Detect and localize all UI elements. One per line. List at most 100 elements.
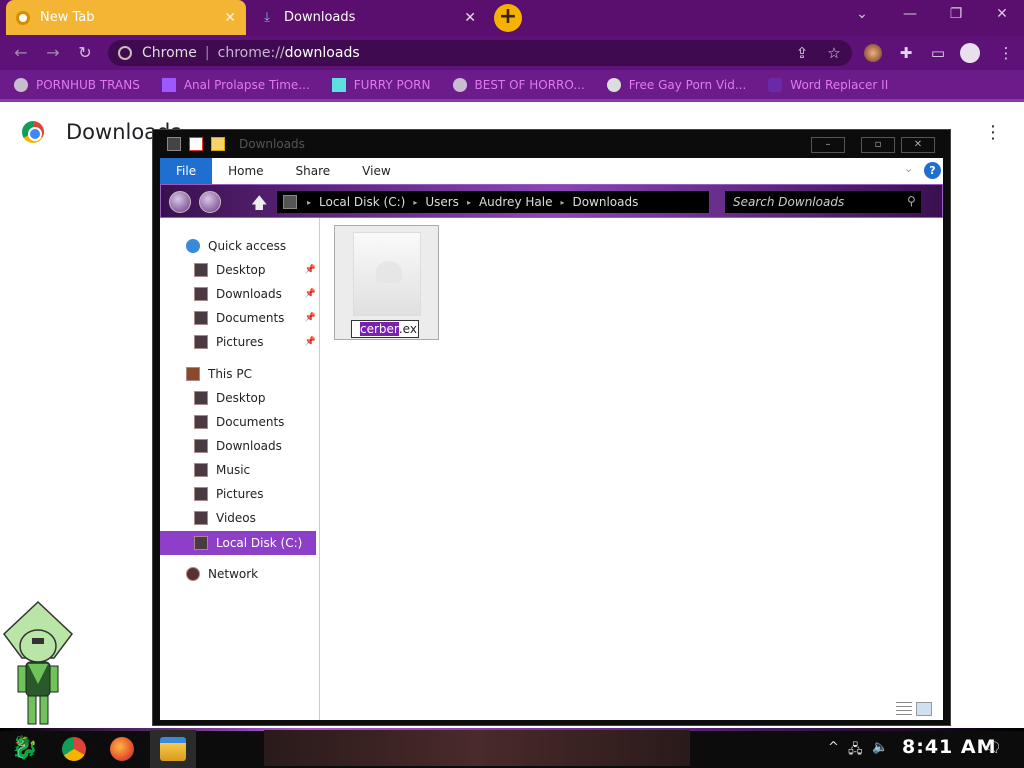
notifications-icon[interactable]: 🗨 <box>984 740 1002 756</box>
nav-pc-music[interactable]: Music <box>160 458 320 482</box>
nav-label: Local Disk (C:) <box>216 536 303 550</box>
nav-local-disk[interactable]: Local Disk (C:) <box>160 531 316 555</box>
profile-avatar-icon[interactable] <box>960 43 980 63</box>
view-toggle <box>896 702 936 716</box>
network-icon <box>186 567 200 581</box>
ribbon-tab-share[interactable]: Share <box>280 158 347 184</box>
bookmark-star-icon[interactable]: ☆ <box>824 43 844 63</box>
minimize-button[interactable]: — <box>898 6 922 22</box>
music-folder-icon <box>194 463 208 477</box>
tab-downloads[interactable]: ⤓ Downloads ✕ <box>250 0 486 35</box>
rename-input[interactable]: cerber .ex <box>351 320 419 338</box>
explorer-close-button[interactable]: ✕ <box>901 137 935 153</box>
chrome-site-icon <box>118 46 132 60</box>
nav-label: Music <box>216 463 251 477</box>
desktop-icon <box>194 391 208 405</box>
bookmark-item[interactable]: PORNHUB TRANS <box>14 77 140 92</box>
help-icon[interactable]: ? <box>924 162 941 179</box>
close-window-button[interactable]: ✕ <box>990 6 1014 22</box>
browser-menu-icon[interactable]: ⋮ <box>996 43 1016 63</box>
pin-icon: 📌 <box>304 265 316 275</box>
nav-pc-pictures[interactable]: Pictures <box>160 482 320 506</box>
extension-avatar-icon[interactable] <box>864 44 882 62</box>
nav-quick-access[interactable]: Quick access <box>160 234 320 258</box>
tab-new-tab[interactable]: New Tab ✕ <box>6 0 246 35</box>
chrome-taskbar-icon[interactable] <box>62 737 86 761</box>
taskbar: 🐉 ^ 🖧 🔈 8:41 AM 🗨 <box>0 728 1024 768</box>
desktop-mascot-character <box>2 600 74 725</box>
new-tab-button[interactable]: + <box>494 4 522 32</box>
large-icons-view-icon[interactable] <box>916 702 932 716</box>
forward-button[interactable]: → <box>42 42 64 64</box>
address-bar[interactable]: Chrome | chrome:// downloads <box>108 40 852 66</box>
bookmark-label: Free Gay Porn Vid... <box>628 77 747 92</box>
bookmark-item[interactable]: Free Gay Porn Vid... <box>606 77 747 92</box>
tab-close-icon[interactable]: ✕ <box>224 10 236 26</box>
nav-label: Network <box>208 567 259 581</box>
nav-quick-downloads[interactable]: Downloads 📌 <box>160 282 320 306</box>
volume-icon[interactable]: 🔈 <box>872 740 888 755</box>
explorer-minimize-button[interactable]: – <box>811 137 845 153</box>
reload-button[interactable]: ↻ <box>74 42 96 64</box>
nav-quick-documents[interactable]: Documents 📌 <box>160 306 320 330</box>
pin-icon: 📌 <box>304 313 316 323</box>
bookmark-item[interactable]: FURRY PORN <box>331 77 431 92</box>
nav-pc-documents[interactable]: Documents <box>160 410 320 434</box>
word-replacer-icon <box>768 77 783 92</box>
omnibox-path: downloads <box>284 45 360 61</box>
bookmark-item[interactable]: Word Replacer II <box>768 77 888 92</box>
breadcrumb[interactable]: ▸ Local Disk (C:) ▸ Users ▸ Audrey Hale … <box>277 191 709 213</box>
sigma-icon <box>161 77 176 92</box>
omnibox-scheme-label: Chrome <box>142 45 197 61</box>
back-button[interactable]: ← <box>10 42 32 64</box>
breadcrumb-item[interactable]: Audrey Hale <box>479 195 553 209</box>
drive-icon <box>194 536 208 550</box>
nav-network[interactable]: Network <box>160 562 320 586</box>
nav-pc-desktop[interactable]: Desktop <box>160 386 320 410</box>
new-folder-icon[interactable] <box>211 137 225 151</box>
nav-label: This PC <box>208 367 252 381</box>
search-icon[interactable]: ⚲ <box>907 194 916 208</box>
breadcrumb-item[interactable]: Local Disk (C:) <box>319 195 405 209</box>
bookmark-item[interactable]: BEST OF HORRO... <box>452 77 585 92</box>
taskbar-clock[interactable]: 8:41 AM <box>902 736 997 758</box>
up-level-icon[interactable]: 🡅 <box>251 192 267 219</box>
nav-pc-downloads[interactable]: Downloads <box>160 434 320 458</box>
drive-icon <box>283 195 297 209</box>
share-icon[interactable]: ⇪ <box>792 43 812 63</box>
nav-quick-desktop[interactable]: Desktop 📌 <box>160 258 320 282</box>
nav-this-pc[interactable]: This PC <box>160 362 320 386</box>
file-explorer-taskbar-icon[interactable] <box>160 737 186 761</box>
tab-close-icon[interactable]: ✕ <box>464 10 476 26</box>
generic-file-icon <box>353 232 421 316</box>
ribbon-tab-view[interactable]: View <box>346 158 406 184</box>
nav-quick-pictures[interactable]: Pictures 📌 <box>160 330 320 354</box>
explorer-app-icon <box>167 137 181 151</box>
ribbon-expand-icon[interactable]: ⌄ <box>904 162 913 175</box>
nav-label: Documents <box>216 415 285 429</box>
breadcrumb-item[interactable]: Users <box>425 195 459 209</box>
explorer-title: Downloads <box>239 137 305 151</box>
network-icon[interactable]: 🖧 <box>848 740 863 762</box>
start-button[interactable]: 🐉 <box>10 736 40 762</box>
bookmark-item[interactable]: Anal Prolapse Time... <box>161 77 310 92</box>
properties-icon[interactable] <box>189 137 203 151</box>
explorer-back-button[interactable] <box>169 191 191 213</box>
ribbon-tab-home[interactable]: Home <box>212 158 279 184</box>
details-view-icon[interactable] <box>896 702 912 716</box>
tab-search-icon[interactable]: ⌄ <box>850 6 874 22</box>
ribbon-tab-file[interactable]: File <box>160 158 213 184</box>
search-input[interactable]: Search Downloads ⚲ <box>725 191 921 213</box>
breadcrumb-item[interactable]: Downloads <box>572 195 638 209</box>
explorer-maximize-button[interactable]: ▫ <box>861 137 895 153</box>
page-menu-icon[interactable]: ⋮ <box>984 122 1002 143</box>
tray-overflow-icon[interactable]: ^ <box>828 740 839 755</box>
file-list: cerber .ex <box>320 218 943 720</box>
extensions-puzzle-icon[interactable]: ✚ <box>896 43 916 63</box>
firefox-taskbar-icon[interactable] <box>110 737 134 761</box>
side-panel-icon[interactable]: ▭ <box>928 43 948 63</box>
explorer-forward-button[interactable] <box>199 191 221 213</box>
restore-button[interactable]: ❐ <box>944 6 968 22</box>
file-item[interactable]: cerber .ex <box>334 225 439 340</box>
nav-pc-videos[interactable]: Videos <box>160 506 320 530</box>
